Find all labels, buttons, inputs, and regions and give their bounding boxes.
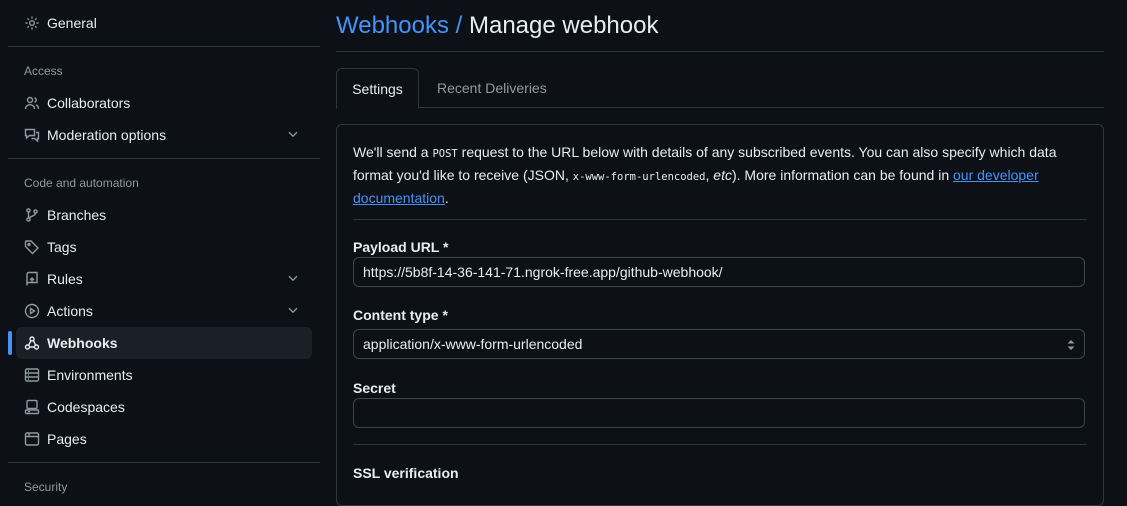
browser-icon [24,431,40,447]
sidebar-item-webhooks[interactable]: Webhooks [8,327,312,359]
sidebar-item-label: Pages [47,431,87,447]
sidebar-item-moderation[interactable]: Moderation options [16,119,312,151]
gear-icon [24,15,40,31]
sidebar-item-label: Moderation options [47,127,167,143]
sidebar-item-actions[interactable]: Actions [16,295,312,327]
page-title: Webhooks / Manage webhook [336,12,658,40]
sidebar-item-label: Collaborators [47,95,131,111]
chevron-down-icon[interactable] [286,127,302,143]
repo-push-icon [24,271,40,287]
sidebar-divider [8,46,320,47]
git-branch-icon [24,207,40,223]
sidebar-divider [8,462,320,463]
payload-url-input[interactable]: https://5b8f-14-36-141-71.ngrok-free.app… [353,257,1085,287]
intro-text-part: . [444,190,449,206]
chevron-down-icon[interactable] [286,303,302,319]
sidebar-item-tags[interactable]: Tags [16,231,312,263]
panel-divider [353,444,1087,445]
sidebar-item-label: General [47,15,97,31]
code-form-urlencoded: x-www-form-urlencoded [572,171,706,183]
play-icon [24,303,40,319]
sidebar-item-general[interactable]: General [16,7,312,39]
sidebar-item-environments[interactable]: Environments [16,359,312,391]
sidebar-item-rules[interactable]: Rules [16,263,312,295]
chevron-down-icon[interactable] [286,271,302,287]
comment-discussion-icon [24,127,40,143]
breadcrumb-webhooks[interactable]: Webhooks [336,12,449,39]
sidebar-item-label: Branches [47,207,107,223]
section-title-code-automation: Code and automation [24,176,139,190]
tag-icon [24,239,40,255]
panel-divider [353,219,1087,220]
sidebar-item-label: Codespaces [47,399,125,415]
tab-settings[interactable]: Settings [336,68,419,109]
intro-text: We'll send a POST request to the URL bel… [353,142,1063,209]
sidebar-item-label: Environments [47,367,133,383]
intro-etc: etc [713,167,732,183]
section-title-access: Access [24,64,63,78]
sidebar-item-collaborators[interactable]: Collaborators [16,87,312,119]
code-post: POST [432,148,458,160]
intro-text-part: ). More information can be found in [731,167,953,183]
sidebar-item-codespaces[interactable]: Codespaces [16,391,312,423]
content-type-value: application/x-www-form-urlencoded [363,336,583,352]
intro-text-part: We'll send a [353,144,433,160]
secret-label: Secret [353,380,396,396]
settings-sidebar: General Access Collaborators Moderation … [0,0,320,494]
sidebar-divider [8,158,320,159]
payload-url-label: Payload URL * [353,239,449,255]
tab-recent-deliveries[interactable]: Recent Deliveries [437,68,547,107]
sidebar-item-pages[interactable]: Pages [16,423,312,455]
content-type-select[interactable]: application/x-www-form-urlencoded [353,329,1085,359]
codespaces-icon [24,399,40,415]
sidebar-item-label: Actions [47,303,93,319]
secret-input[interactable] [353,398,1085,428]
select-arrows-icon [1067,340,1075,350]
page-title-text: Manage webhook [468,12,659,39]
ssl-verification-label: SSL verification [353,465,459,481]
sidebar-item-label: Webhooks [47,335,118,351]
title-divider [336,51,1104,52]
server-icon [24,367,40,383]
sidebar-item-branches[interactable]: Branches [16,199,312,231]
webhook-icon [24,335,40,351]
tabs-divider [336,107,1104,108]
people-icon [24,95,40,111]
sidebar-item-label: Tags [47,239,77,255]
webhook-form-panel: We'll send a POST request to the URL bel… [336,124,1104,506]
section-title-security: Security [24,480,68,494]
sidebar-item-label: Rules [47,271,83,287]
breadcrumb-separator: / [448,12,469,39]
content-type-label: Content type * [353,307,448,323]
